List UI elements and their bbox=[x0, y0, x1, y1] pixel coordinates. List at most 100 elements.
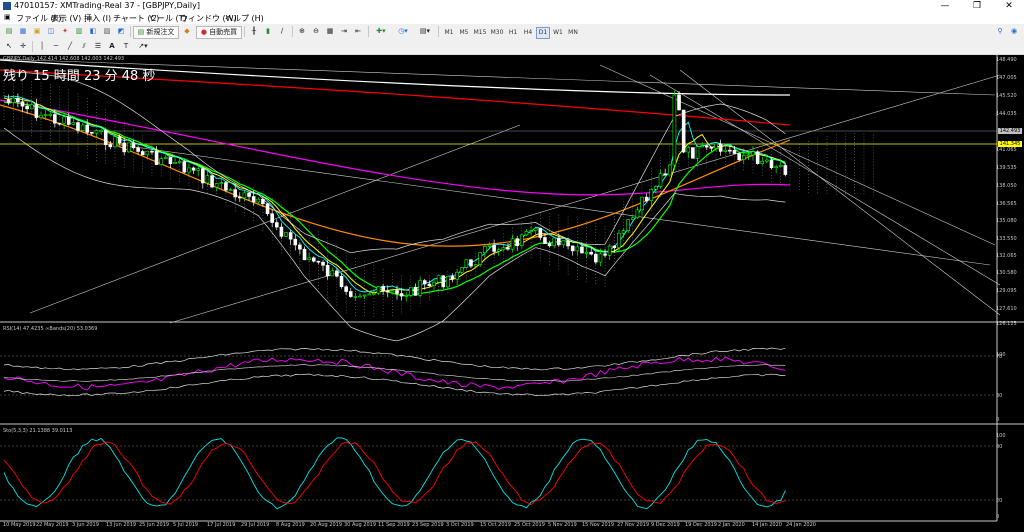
date-label: 8 Aug 2019 bbox=[276, 522, 305, 528]
arrows-icon[interactable]: ↗▾ bbox=[134, 41, 152, 52]
current-price-box: 142.493 bbox=[998, 128, 1022, 134]
candlestick-icon[interactable]: ▮ bbox=[262, 26, 274, 37]
metaeditor-icon[interactable]: ◩ bbox=[115, 26, 127, 37]
candle-body bbox=[409, 286, 413, 296]
candle-body bbox=[293, 238, 298, 246]
bollinger-upper bbox=[3, 71, 786, 254]
fibonacci-icon[interactable]: ☰ bbox=[92, 41, 104, 52]
auto-trade-button[interactable]: ● 自動売買 bbox=[196, 26, 242, 39]
timeframe-w1[interactable]: W1 bbox=[551, 27, 565, 39]
candle-body bbox=[501, 247, 506, 251]
timeframe-m15[interactable]: M15 bbox=[472, 27, 488, 39]
candle-body bbox=[372, 292, 376, 295]
candle-body bbox=[80, 124, 85, 131]
market-watch-icon[interactable]: ▣ bbox=[31, 26, 43, 37]
candle-body bbox=[228, 189, 233, 191]
date-label: 27 Nov 2019 bbox=[617, 522, 650, 528]
indicators-icon[interactable]: ✚▾ bbox=[372, 26, 390, 37]
auto-scroll-icon[interactable]: ⇥ bbox=[338, 26, 350, 37]
text-tool-icon[interactable]: A bbox=[106, 41, 118, 52]
candle-body bbox=[649, 189, 654, 201]
candle-body bbox=[164, 157, 168, 160]
menu-view[interactable]: 表示 (V) bbox=[51, 13, 81, 24]
zoom-in-icon[interactable]: ⊕ bbox=[296, 26, 308, 37]
price-tick: 138.050 bbox=[996, 183, 1017, 189]
candle-body bbox=[621, 230, 626, 234]
bar-chart-icon[interactable]: ╫ bbox=[248, 26, 260, 37]
channel-icon[interactable]: ⫽ bbox=[78, 41, 90, 52]
timeframe-m30[interactable]: M30 bbox=[489, 27, 505, 39]
candle-body bbox=[316, 260, 321, 263]
candle-body bbox=[640, 196, 644, 211]
date-label: 15 Nov 2019 bbox=[582, 522, 615, 528]
candle-body bbox=[99, 130, 103, 132]
periods-icon[interactable]: ◷▾ bbox=[394, 26, 412, 37]
new-chart-icon[interactable]: ▤ bbox=[3, 26, 15, 37]
chart-window[interactable]: GBPJPY,Daily 142.414 142.608 142.003 142… bbox=[0, 55, 1024, 532]
candle-body bbox=[580, 246, 584, 254]
candle-body bbox=[441, 275, 446, 288]
zoom-out-icon[interactable]: ⊖ bbox=[310, 26, 322, 37]
candle-body bbox=[450, 276, 455, 280]
restore-button[interactable]: ❐ bbox=[962, 0, 992, 12]
candle-body bbox=[159, 158, 163, 165]
candle-body bbox=[57, 122, 62, 125]
close-button[interactable]: ✕ bbox=[994, 0, 1024, 12]
minimize-button[interactable]: — bbox=[930, 0, 960, 12]
date-label: 5 Nov 2019 bbox=[548, 522, 577, 528]
candle-body bbox=[376, 286, 381, 294]
candle-body bbox=[635, 209, 640, 218]
timeframe-m5[interactable]: M5 bbox=[457, 27, 471, 39]
cursor-icon[interactable]: ↖ bbox=[3, 41, 15, 52]
candle-body bbox=[311, 257, 316, 262]
horizontal-line-icon[interactable]: ─ bbox=[50, 41, 62, 52]
stoch-main-line bbox=[3, 437, 786, 510]
candle-body bbox=[205, 175, 210, 184]
candle-body bbox=[117, 136, 122, 144]
date-label: 14 Jan 2020 bbox=[752, 522, 782, 528]
search-icon[interactable]: ⚲ bbox=[994, 26, 1006, 37]
navigator-icon[interactable]: ✦ bbox=[59, 26, 71, 37]
timeframe-m1[interactable]: M1 bbox=[442, 27, 456, 39]
terminal-icon[interactable]: ▥ bbox=[73, 26, 85, 37]
candle-body bbox=[279, 226, 284, 237]
timeframe-h4[interactable]: H4 bbox=[521, 27, 535, 39]
candle-body bbox=[154, 151, 159, 165]
candle-body bbox=[778, 165, 783, 167]
tile-windows-icon[interactable]: ▦ bbox=[324, 26, 336, 37]
candle-body bbox=[145, 150, 150, 156]
timeframe-d1[interactable]: D1 bbox=[536, 27, 550, 39]
candle-body bbox=[617, 232, 621, 249]
date-label: 29 Jul 2019 bbox=[241, 522, 270, 528]
timeframe-h1[interactable]: H1 bbox=[506, 27, 520, 39]
chart-menu-icon[interactable]: ▣ bbox=[4, 13, 11, 21]
menu-insert[interactable]: 挿入 (I) bbox=[84, 13, 111, 24]
candle-body bbox=[25, 105, 29, 110]
candle-body bbox=[723, 149, 728, 152]
candle-body bbox=[538, 227, 543, 238]
history-icon[interactable]: ◆ bbox=[181, 26, 193, 37]
new-order-button[interactable]: ▤ 新規注文 bbox=[133, 26, 179, 39]
templates-icon[interactable]: ▤▾ bbox=[416, 26, 434, 37]
text-label-icon[interactable]: T bbox=[120, 41, 132, 52]
price-tick: 126.125 bbox=[996, 321, 1017, 327]
line-chart-icon[interactable]: ∕ bbox=[276, 26, 288, 37]
trendline-icon[interactable]: ╱ bbox=[64, 41, 76, 52]
vertical-line-icon[interactable]: │ bbox=[36, 41, 48, 52]
chart-shift-icon[interactable]: ⇤ bbox=[352, 26, 364, 37]
candle-body bbox=[552, 237, 557, 247]
candle-body bbox=[566, 240, 570, 247]
candle-body bbox=[399, 293, 404, 297]
candle-body bbox=[473, 264, 478, 267]
tester-icon[interactable]: ◧ bbox=[87, 26, 99, 37]
candle-body bbox=[589, 251, 593, 255]
data-window-icon[interactable]: ◫ bbox=[45, 26, 57, 37]
print-icon[interactable]: ▨ bbox=[101, 26, 113, 37]
timeframe-mn[interactable]: MN bbox=[566, 27, 580, 39]
chart-canvas[interactable] bbox=[0, 55, 1024, 532]
price-tick: 144.035 bbox=[996, 111, 1017, 117]
profiles-icon[interactable]: ▦ bbox=[17, 26, 29, 37]
community-icon[interactable]: ◉ bbox=[1008, 26, 1020, 37]
menu-help[interactable]: ヘルプ (H) bbox=[225, 13, 264, 24]
crosshair-icon[interactable]: ✛ bbox=[17, 41, 29, 52]
